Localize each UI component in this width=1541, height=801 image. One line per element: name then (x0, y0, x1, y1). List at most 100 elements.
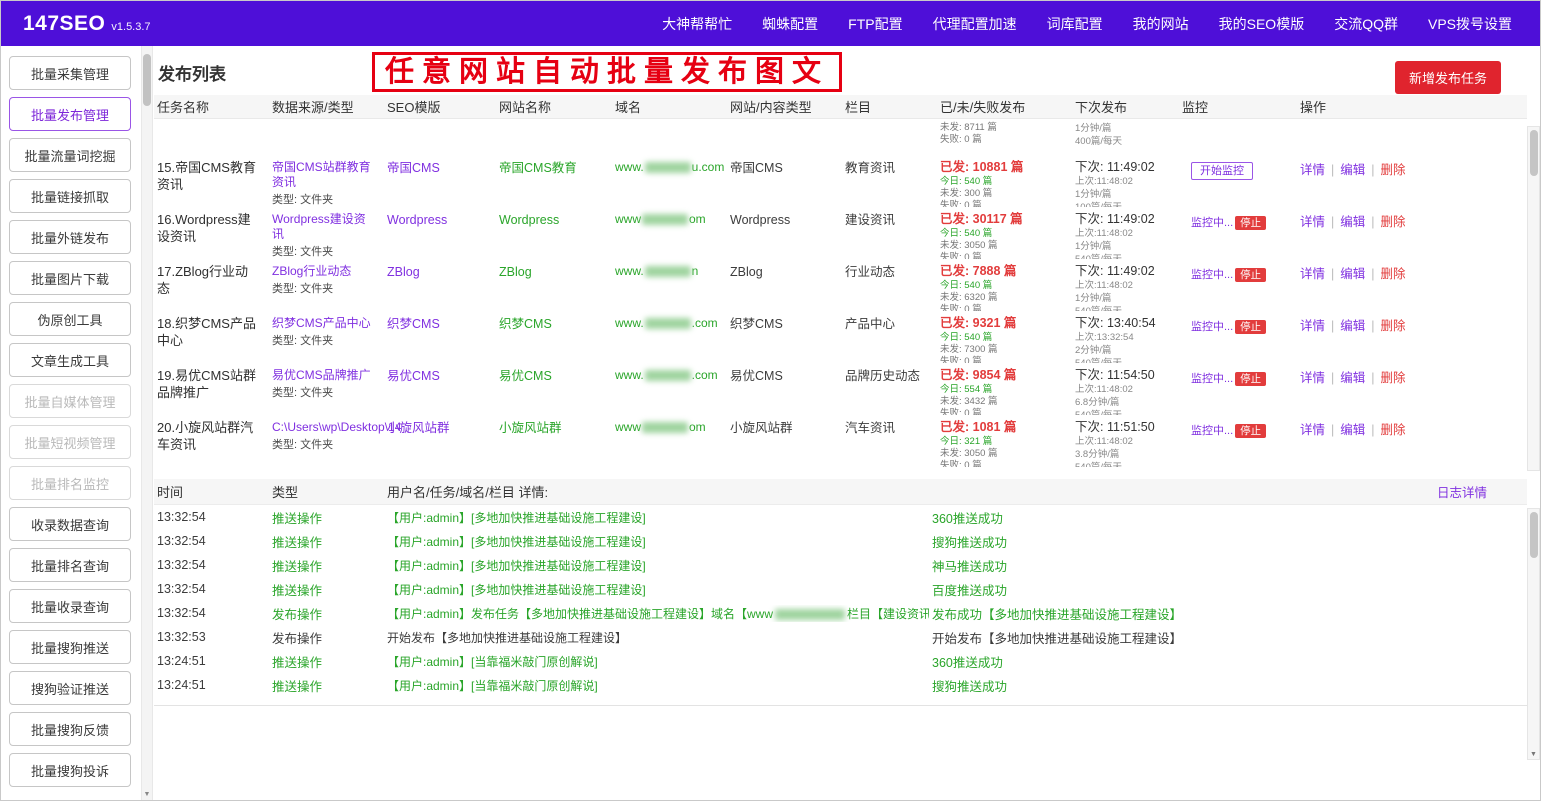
log-detail: 【用户:admin】[多地加快推进基础设施工程建设] (384, 581, 929, 598)
detail-link[interactable]: 详情 (1300, 423, 1325, 437)
table-header-cell: 下次发布 (1072, 97, 1179, 116)
log-time: 13:32:54 (154, 534, 269, 548)
task-site-type: ZBlog (727, 264, 842, 280)
edit-link[interactable]: 编辑 (1340, 267, 1365, 281)
domain-prefix: www. (615, 368, 644, 382)
add-task-button[interactable]: 新增发布任务 (1395, 61, 1501, 94)
sidebar-item[interactable]: 批量搜狗投诉 (9, 753, 131, 787)
detail-link[interactable]: 详情 (1300, 319, 1325, 333)
task-name: 15.帝国CMS教育资讯 (154, 160, 269, 194)
sidebar-item[interactable]: 批量链接抓取 (9, 179, 131, 213)
today-count: 今日: 540 篇 (940, 332, 1072, 343)
sidebar-item[interactable]: 批量流量词挖掘 (9, 138, 131, 172)
task-source: 易优CMS品牌推广 类型: 文件夹 (269, 368, 384, 400)
sidebar-item[interactable]: 批量外链发布 (9, 220, 131, 254)
task-domain: www..com (612, 368, 727, 384)
log-type-header: 类型 (269, 482, 384, 501)
detail-link[interactable]: 详情 (1300, 267, 1325, 281)
topbar: 147SEO v1.5.3.7 大神帮帮忙蜘蛛配置FTP配置代理配置加速词库配置… (1, 1, 1540, 46)
monitor-status-button[interactable]: 监控中... (1191, 321, 1233, 333)
top-nav-item[interactable]: FTP配置 (848, 14, 902, 34)
sidebar-scroll-down-icon[interactable]: ▼ (142, 791, 152, 798)
edit-link[interactable]: 编辑 (1340, 319, 1365, 333)
log-row: 13:32:54 发布操作 【用户:admin】发布任务【多地加快推进基础设施工… (154, 601, 1527, 625)
top-nav-item[interactable]: 代理配置加速 (933, 14, 1017, 34)
action-separator: | (1331, 319, 1334, 333)
log-scrollbar[interactable]: ▼ (1527, 508, 1540, 760)
top-nav-item[interactable]: 词库配置 (1047, 14, 1103, 34)
log-detail: 【用户:admin】[当靠福米敲门原创解说] (384, 653, 929, 670)
task-name: 20.小旋风站群汽车资讯 (154, 420, 269, 454)
log-scrollbar-thumb[interactable] (1530, 512, 1538, 558)
edit-link[interactable]: 编辑 (1340, 423, 1365, 437)
sidebar-item[interactable]: 批量图片下载 (9, 261, 131, 295)
stop-monitor-button[interactable]: 停止 (1235, 268, 1266, 282)
sidebar-item[interactable]: 批量发布管理 (9, 97, 131, 131)
next-publish-time: 下次: 11:49:02 (1075, 212, 1179, 226)
top-nav: 大神帮帮忙 蜘蛛配置 FTP配置 代理配置加速 词库配置 我的网站 我的SEO模版 交流QQ群… (662, 14, 1518, 34)
stop-monitor-button[interactable]: 停止 (1235, 320, 1266, 334)
sidebar-item[interactable]: 批量自媒体管理 (9, 384, 131, 418)
unpublished-count: 未发: 3050 篇 (940, 240, 1072, 251)
top-nav-item[interactable]: 交流QQ群 (1334, 14, 1398, 34)
delete-link[interactable]: 删除 (1381, 163, 1406, 177)
sidebar-item[interactable]: 批量搜狗反馈 (9, 712, 131, 746)
top-nav-item[interactable]: 大神帮帮忙 (662, 14, 732, 34)
table-header-cell: 栏目 (842, 97, 937, 116)
sidebar-item[interactable]: 批量采集管理 (9, 56, 131, 90)
delete-link[interactable]: 删除 (1381, 319, 1406, 333)
task-actions: 详情|编辑|删除 (1297, 316, 1527, 334)
delete-link[interactable]: 删除 (1381, 423, 1406, 437)
detail-link[interactable]: 详情 (1300, 215, 1325, 229)
log-row: 13:32:54 推送操作 【用户:admin】[多地加快推进基础设施工程建设]… (154, 529, 1527, 553)
task-source-type: 类型: 文件夹 (272, 282, 384, 296)
detail-link[interactable]: 详情 (1300, 371, 1325, 385)
domain-prefix: www. (615, 160, 644, 174)
log-status: 神马推送成功 (929, 556, 1527, 575)
top-nav-item[interactable]: 我的网站 (1133, 14, 1189, 34)
monitor-status-button[interactable]: 监控中... (1191, 425, 1233, 437)
monitor-status-button[interactable]: 监控中... (1191, 217, 1233, 229)
monitor-status-button[interactable]: 监控中... (1191, 269, 1233, 281)
top-nav-item[interactable]: 蜘蛛配置 (762, 14, 818, 34)
sidebar-item[interactable]: 搜狗验证推送 (9, 671, 131, 705)
publish-rate: 2分钟/篇 (1075, 345, 1179, 356)
top-nav-item[interactable]: 我的SEO模版 (1219, 14, 1305, 34)
log-status: 搜狗推送成功 (929, 676, 1527, 695)
action-separator: | (1331, 423, 1334, 437)
sidebar-scrollbar[interactable]: ▼ (141, 46, 153, 800)
sidebar-item[interactable]: 批量排名查询 (9, 548, 131, 582)
top-nav-item[interactable]: VPS拨号设置 (1428, 14, 1512, 34)
sidebar-item[interactable]: 批量收录查询 (9, 589, 131, 623)
sidebar-scrollbar-thumb[interactable] (143, 54, 151, 106)
sidebar-item[interactable]: 批量搜狗推送 (9, 630, 131, 664)
stop-monitor-button[interactable]: 停止 (1235, 216, 1266, 230)
detail-link[interactable]: 详情 (1300, 163, 1325, 177)
sidebar-item[interactable]: 批量短视频管理 (9, 425, 131, 459)
log-scroll-down-icon[interactable]: ▼ (1528, 751, 1539, 758)
monitor-status-button[interactable]: 监控中... (1191, 373, 1233, 385)
delete-link[interactable]: 删除 (1381, 215, 1406, 229)
task-source-type: 类型: 文件夹 (272, 438, 384, 452)
task-column: 教育资讯 (842, 160, 937, 176)
task-source-type: 类型: 文件夹 (272, 334, 384, 348)
task-actions: 详情|编辑|删除 (1297, 264, 1527, 282)
sidebar-item[interactable]: 文章生成工具 (9, 343, 131, 377)
log-time: 13:32:54 (154, 582, 269, 596)
monitor-status-button[interactable]: 开始监控 (1191, 162, 1253, 180)
log-type: 发布操作 (269, 604, 384, 623)
stop-monitor-button[interactable]: 停止 (1235, 372, 1266, 386)
edit-link[interactable]: 编辑 (1340, 215, 1365, 229)
sidebar-item[interactable]: 收录数据查询 (9, 507, 131, 541)
edit-link[interactable]: 编辑 (1340, 163, 1365, 177)
table-row: 19.易优CMS站群品牌推广 易优CMS品牌推广 类型: 文件夹 易优CMS 易… (154, 363, 1527, 415)
edit-link[interactable]: 编辑 (1340, 371, 1365, 385)
sidebar-item[interactable]: 伪原创工具 (9, 302, 131, 336)
table-scrollbar[interactable] (1527, 126, 1540, 471)
sidebar-item[interactable]: 批量排名监控 (9, 466, 131, 500)
stop-monitor-button[interactable]: 停止 (1235, 424, 1266, 438)
table-scrollbar-thumb[interactable] (1530, 130, 1538, 176)
delete-link[interactable]: 删除 (1381, 267, 1406, 281)
delete-link[interactable]: 删除 (1381, 371, 1406, 385)
log-detail-link[interactable]: 日志详情 (1437, 482, 1527, 501)
